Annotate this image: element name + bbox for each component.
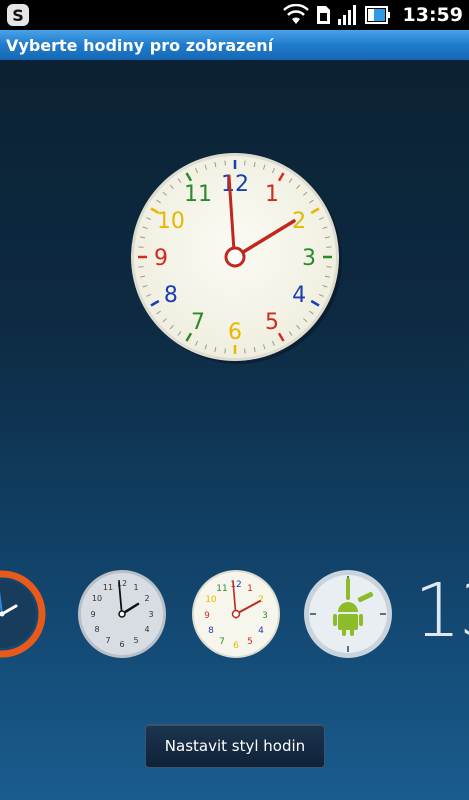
minute-tick — [326, 266, 332, 268]
status-bar: S 13:59 — [0, 0, 469, 30]
clock-center — [224, 246, 246, 268]
clock-number: 7 — [191, 310, 205, 335]
clock-number: 1 — [265, 182, 279, 207]
svg-text:6: 6 — [233, 641, 239, 651]
svg-text:7: 7 — [105, 636, 110, 645]
minute-tick — [224, 160, 226, 166]
svg-text:10: 10 — [205, 595, 217, 605]
svg-text:1: 1 — [247, 584, 253, 594]
status-time: 13:59 — [402, 4, 463, 26]
title-bar: Vyberte hodiny pro zobrazení — [0, 30, 469, 60]
svg-text:4: 4 — [144, 625, 149, 634]
svg-text:4: 4 — [258, 626, 264, 636]
svg-text:2: 2 — [144, 594, 149, 603]
svg-text:S: S — [12, 6, 24, 25]
battery-icon — [364, 6, 390, 24]
page-title: Vyberte hodiny pro zobrazení — [6, 35, 274, 55]
clock-style-strip[interactable]: 12 1 2 345 678 9 10 11 12 1 2 345 678 9 10 11 — [0, 560, 469, 670]
svg-text:8: 8 — [94, 625, 99, 634]
svg-text:2: 2 — [258, 595, 264, 605]
svg-text:1: 1 — [133, 583, 138, 592]
svg-text:11: 11 — [216, 584, 227, 594]
preview-clock: 12 1234567891011 — [131, 153, 342, 364]
clock-number: 8 — [164, 283, 178, 308]
svg-text:11: 11 — [103, 583, 113, 592]
svg-text:10: 10 — [92, 594, 102, 603]
svg-text:3: 3 — [262, 611, 268, 621]
svg-text:5: 5 — [133, 636, 138, 645]
svg-text:8: 8 — [208, 626, 214, 636]
clock-number: 10 — [157, 209, 185, 234]
sim-icon — [316, 6, 330, 24]
clock-number: 9 — [154, 246, 168, 271]
silver-clock[interactable]: 12 12 345 678 91011 — [76, 568, 168, 660]
clock-number: 3 — [302, 246, 316, 271]
colorful-clock[interactable]: 12 12 345 678 91011 — [190, 568, 282, 660]
clock-number: 4 — [292, 283, 306, 308]
digital-clock[interactable]: 13 — [414, 574, 469, 648]
clock-number: 11 — [184, 182, 212, 207]
skype-icon: S — [7, 4, 29, 26]
wifi-icon — [282, 4, 309, 24]
minute-tick — [244, 160, 246, 166]
minute-tick — [138, 266, 144, 268]
svg-text:9: 9 — [204, 611, 210, 621]
svg-text:7: 7 — [219, 637, 225, 647]
clock-number: 5 — [265, 310, 279, 335]
minute-tick — [326, 246, 332, 248]
svg-text:6: 6 — [119, 640, 124, 649]
svg-text:3: 3 — [148, 610, 153, 619]
clock-number: 6 — [228, 320, 242, 345]
svg-text:5: 5 — [247, 637, 253, 647]
minute-tick — [244, 348, 246, 354]
minute-tick — [138, 246, 144, 248]
svg-text:9: 9 — [90, 610, 95, 619]
minute-tick — [224, 348, 226, 354]
minute-hand — [346, 578, 350, 600]
set-clock-style-button[interactable]: Nastavit styl hodin — [145, 724, 325, 768]
android-clock[interactable] — [302, 568, 394, 660]
clock-number: 12 — [221, 172, 249, 197]
svg-text:12: 12 — [230, 580, 241, 590]
orange-ring-clock[interactable] — [0, 568, 48, 660]
signal-icon — [337, 5, 356, 25]
